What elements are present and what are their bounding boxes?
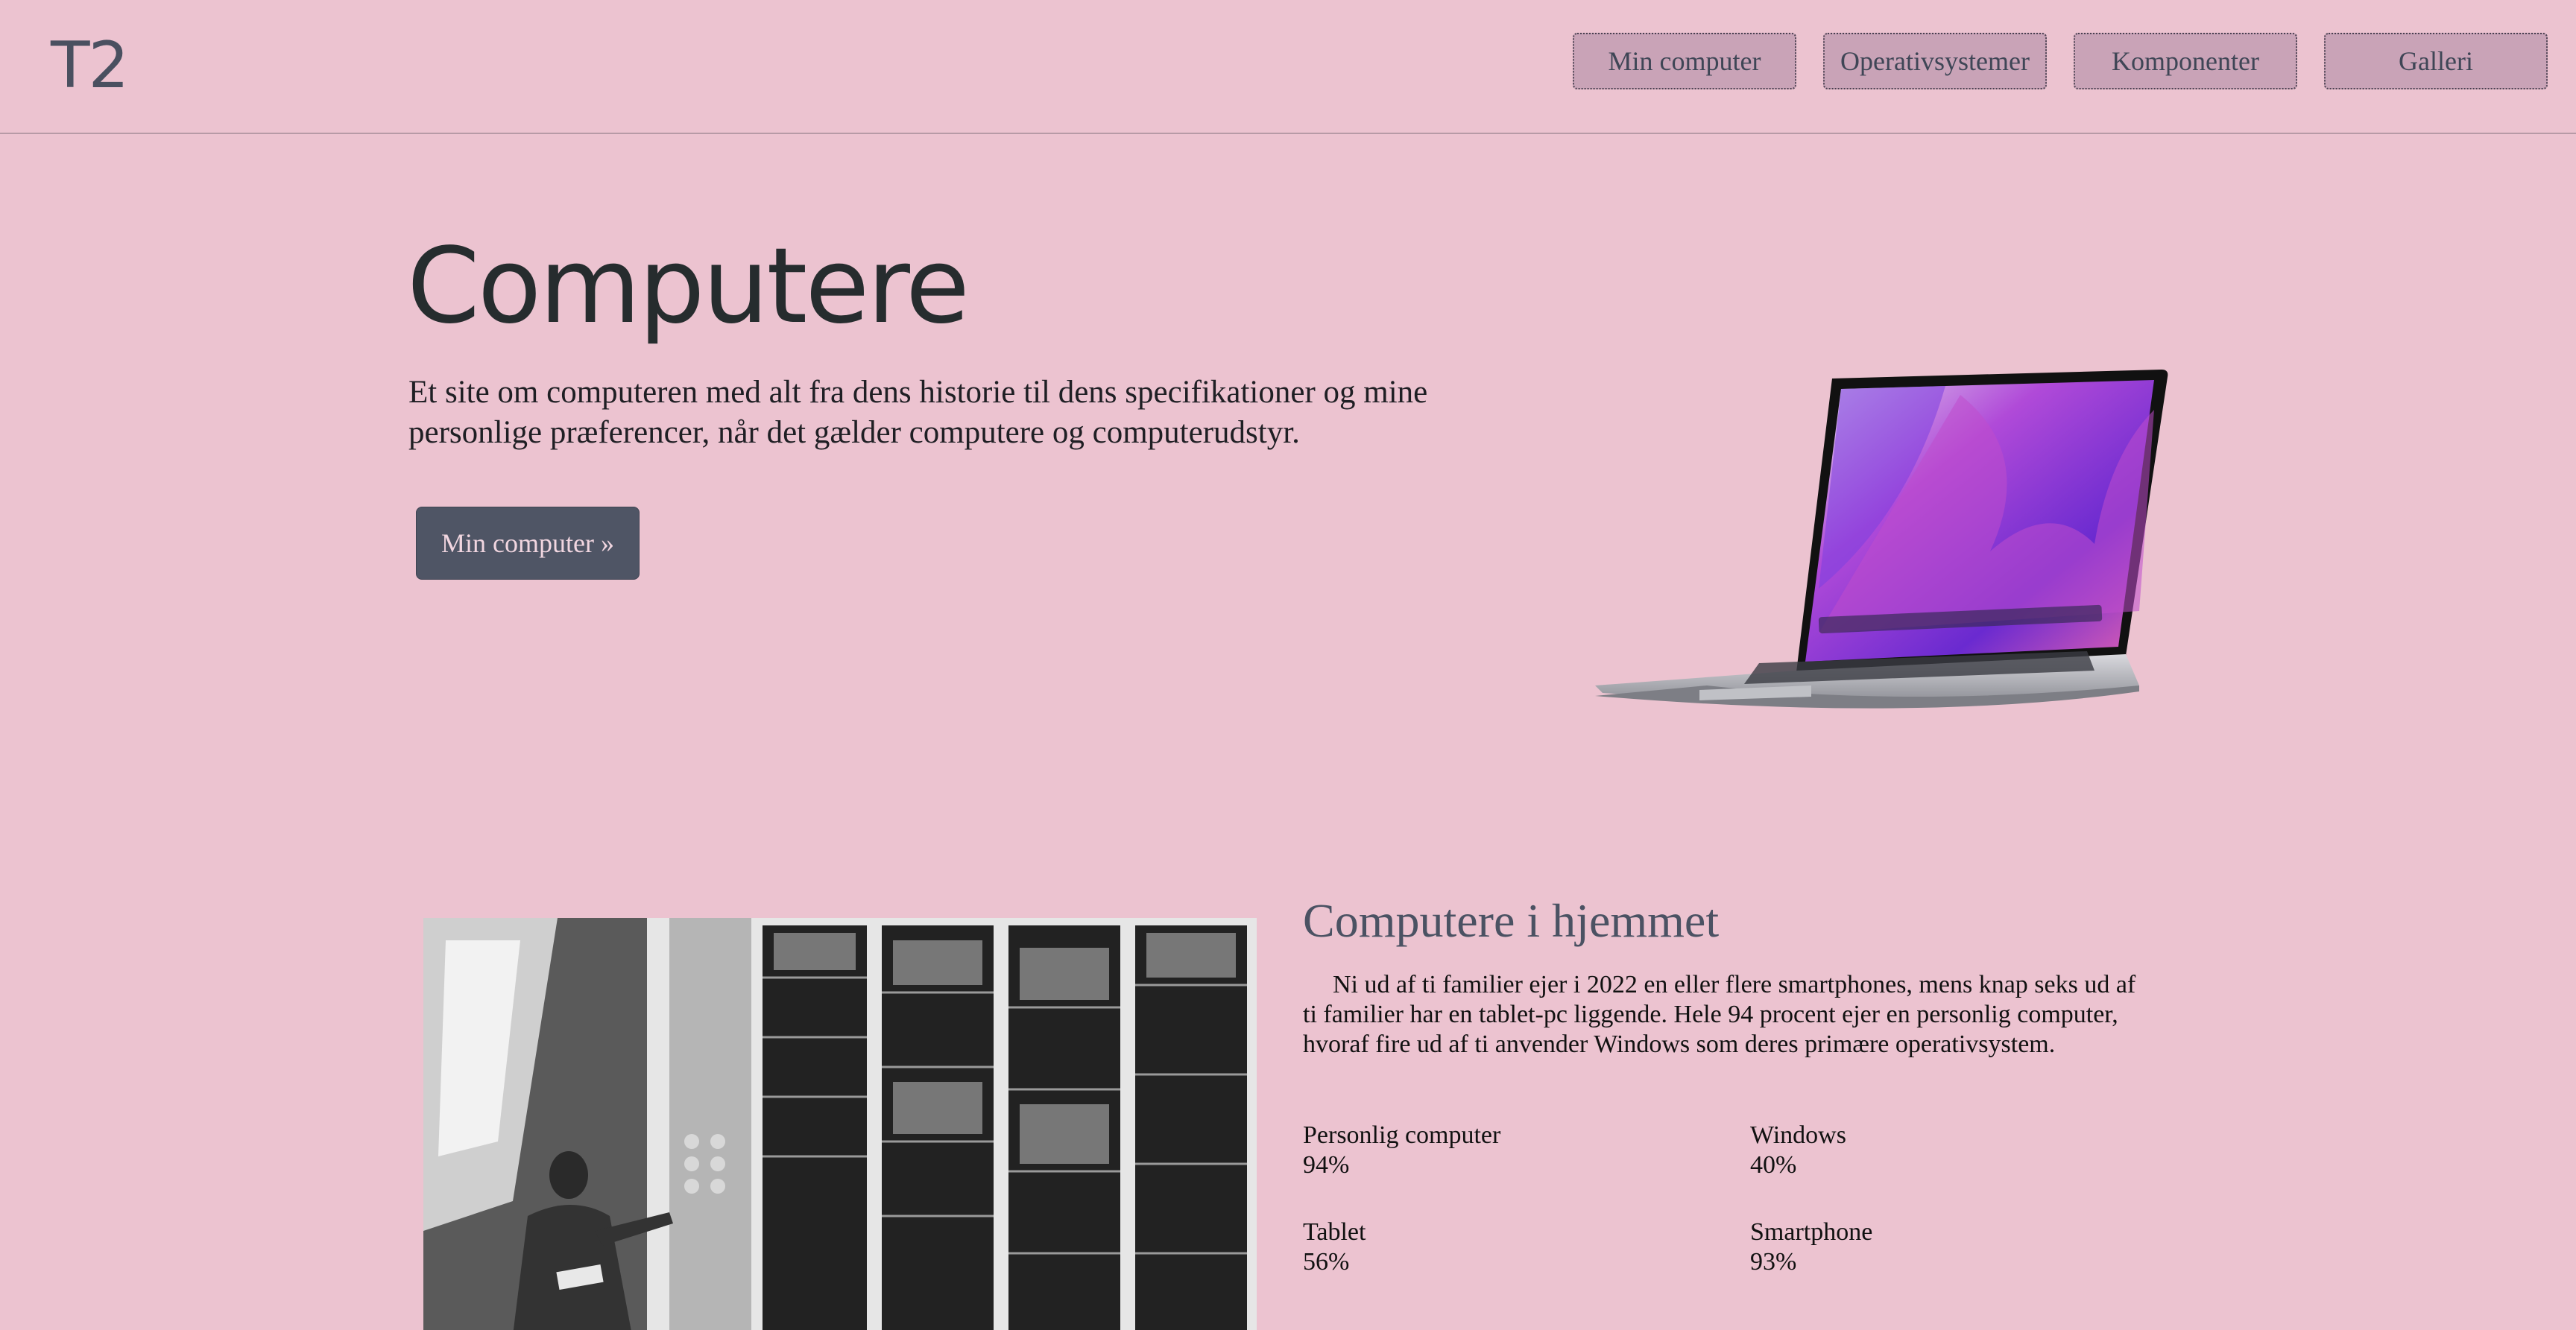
section-text: Ni ud af ti familier ejer i 2022 en elle… <box>1303 971 2136 1058</box>
hero-title: Computere <box>407 226 970 347</box>
stat-tablet: Tablet 56% <box>1303 1217 1720 1277</box>
stat-value: 93% <box>1750 1248 1797 1276</box>
stat-value: 40% <box>1750 1151 1797 1179</box>
nav-button-galleri[interactable]: Galleri <box>2324 33 2548 89</box>
min-computer-button[interactable]: Min computer » <box>416 507 640 580</box>
site-logo[interactable]: T2 <box>51 28 129 103</box>
stat-label: Windows <box>1750 1121 1846 1149</box>
site-header: T2 Min computer Operativsystemer Kompone… <box>0 0 2576 134</box>
nav-button-komponenter[interactable]: Komponenter <box>2074 33 2297 89</box>
stat-label: Personlig computer <box>1303 1121 1501 1149</box>
stat-label: Tablet <box>1303 1218 1366 1246</box>
hero-description: Et site om computeren med alt fra dens h… <box>408 375 1428 450</box>
stat-value: 56% <box>1303 1248 1350 1276</box>
section-title: Computere i hjemmet <box>1303 894 1720 947</box>
stat-windows: Windows 40% <box>1750 1121 2168 1180</box>
stat-smartphone: Smartphone 93% <box>1750 1217 2168 1277</box>
laptop-image <box>1595 370 2168 709</box>
stat-label: Smartphone <box>1750 1218 1873 1246</box>
historic-computer-photo <box>423 918 1257 1330</box>
stat-value: 94% <box>1303 1151 1350 1179</box>
stat-personal-computer: Personlig computer 94% <box>1303 1121 1720 1180</box>
nav-button-min-computer[interactable]: Min computer <box>1573 33 1796 89</box>
nav-button-operativsystemer[interactable]: Operativsystemer <box>1823 33 2047 89</box>
